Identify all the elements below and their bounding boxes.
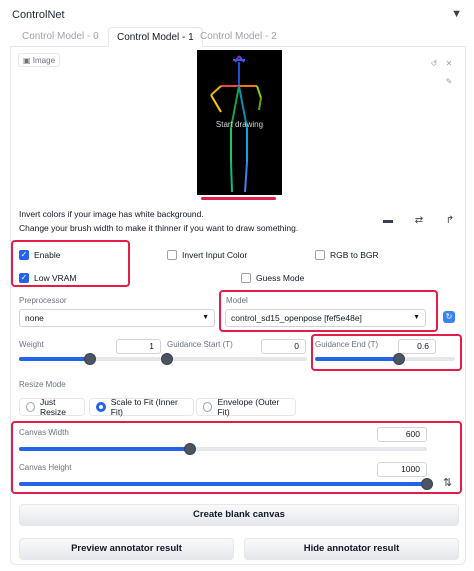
radio-dot (26, 402, 35, 412)
radio-dot (203, 402, 213, 412)
tab-bar: Control Model - 0 Control Model - 1 Cont… (10, 27, 466, 47)
check-icon: ✓ (19, 250, 29, 260)
guess-mode-checkbox[interactable]: Guess Mode (241, 273, 304, 283)
radio-envelope[interactable]: Envelope (Outer Fit) (196, 397, 296, 417)
guidance-start-label: Guidance Start (T) (167, 340, 233, 349)
invert-input-color-checkbox[interactable]: Invert Input Color (167, 250, 247, 260)
guidance-end-input[interactable]: 0.6 (398, 339, 436, 354)
canvas-height-slider-thumb[interactable] (421, 478, 433, 490)
canvas-width-label: Canvas Width (19, 428, 69, 437)
model-value: control_sd15_openpose [fef5e48e] (231, 313, 362, 323)
canvas-width-slider[interactable] (19, 443, 427, 455)
close-icon[interactable]: ✕ (443, 58, 455, 70)
guidance-start-slider[interactable] (161, 353, 307, 365)
hint-brush: Change your brush width to make it thinn… (19, 223, 299, 233)
check-icon: ✓ (19, 273, 29, 283)
guess-label: Guess Mode (256, 273, 305, 283)
weight-input[interactable]: 1 (116, 339, 161, 354)
weight-label: Weight (19, 340, 44, 349)
invert-label: Invert Input Color (182, 250, 248, 260)
tab-control-model-2[interactable]: Control Model - 2 (192, 27, 285, 47)
image-label: ▣ Image (18, 53, 61, 67)
canvas-height-label: Canvas Height (19, 463, 72, 472)
preview-annotator-button[interactable]: Preview annotator result (19, 538, 234, 560)
canvas-highlight-underline (201, 197, 276, 200)
guidance-end-label: Guidance End (T) (315, 340, 379, 349)
model-select[interactable]: control_sd15_openpose [fef5e48e] ▼ (225, 309, 426, 327)
tab-control-model-1[interactable]: Control Model - 1 (108, 27, 203, 47)
canvas-width-input[interactable]: 600 (377, 427, 427, 442)
canvas-width-slider-fill (19, 447, 191, 451)
radio-label: Just Resize (39, 397, 66, 417)
guidance-end-slider-thumb[interactable] (393, 353, 405, 365)
tab-control-model-0[interactable]: Control Model - 0 (14, 27, 107, 47)
radio-just-resize[interactable]: Just Resize (19, 397, 85, 417)
canvas-hint: Start drawing (215, 120, 264, 129)
rgb-bgr-label: RGB to BGR (330, 250, 379, 260)
canvas-height-slider[interactable] (19, 478, 433, 490)
chevron-down-icon: ▼ (413, 314, 420, 321)
refresh-icon[interactable]: ↻ (443, 311, 455, 323)
guidance-start-input[interactable]: 0 (261, 339, 306, 354)
low-vram-checkbox[interactable]: ✓ Low VRAM (19, 273, 77, 283)
radio-scale-to-fit[interactable]: Scale to Fit (Inner Fit) (89, 397, 194, 417)
guidance-end-slider-fill (315, 357, 399, 361)
radio-label: Envelope (Outer Fit) (217, 397, 280, 417)
panel-title: ControlNet (12, 9, 65, 21)
preprocessor-label: Preprocessor (19, 296, 67, 305)
undo-icon[interactable]: ↺ (428, 58, 440, 70)
weight-slider[interactable] (19, 353, 161, 365)
guidance-start-slider-thumb[interactable] (161, 353, 173, 365)
resize-mode-label: Resize Mode (19, 380, 66, 389)
weight-slider-thumb[interactable] (84, 353, 96, 365)
checkbox-box (241, 273, 251, 283)
guidance-end-slider[interactable] (315, 353, 455, 365)
hint-invert: Invert colors if your image has white ba… (19, 209, 204, 219)
brush-icon[interactable]: ✎ (443, 76, 455, 88)
collapse-icon[interactable]: ▼ (451, 8, 462, 20)
hide-annotator-button[interactable]: Hide annotator result (244, 538, 459, 560)
enable-checkbox[interactable]: ✓ Enable (19, 250, 60, 260)
preprocessor-select[interactable]: none ▼ (19, 309, 215, 327)
preprocessor-value: none (25, 313, 44, 323)
checkbox-box (315, 250, 325, 260)
radio-label: Scale to Fit (Inner Fit) (110, 397, 178, 417)
image-icon: ▣ (23, 56, 33, 65)
low-vram-label: Low VRAM (34, 273, 77, 283)
create-blank-canvas-button[interactable]: Create blank canvas (19, 504, 459, 526)
checkbox-box (167, 250, 177, 260)
enable-label: Enable (34, 250, 61, 260)
rgb-to-bgr-checkbox[interactable]: RGB to BGR (315, 250, 379, 260)
canvas-height-slider-fill (19, 482, 427, 486)
radio-dot (96, 402, 106, 412)
send-icon[interactable]: ↱ (438, 211, 462, 231)
swap-dimensions-icon[interactable]: ⇅ (443, 476, 452, 489)
camera-icon[interactable]: ▬ (376, 211, 400, 231)
weight-slider-fill (19, 357, 90, 361)
model-label: Model (226, 296, 248, 305)
canvas-height-input[interactable]: 1000 (377, 462, 427, 477)
chevron-down-icon: ▼ (202, 314, 209, 321)
image-label-text: Image (32, 56, 56, 65)
swap-icon[interactable]: ⇄ (407, 211, 431, 231)
